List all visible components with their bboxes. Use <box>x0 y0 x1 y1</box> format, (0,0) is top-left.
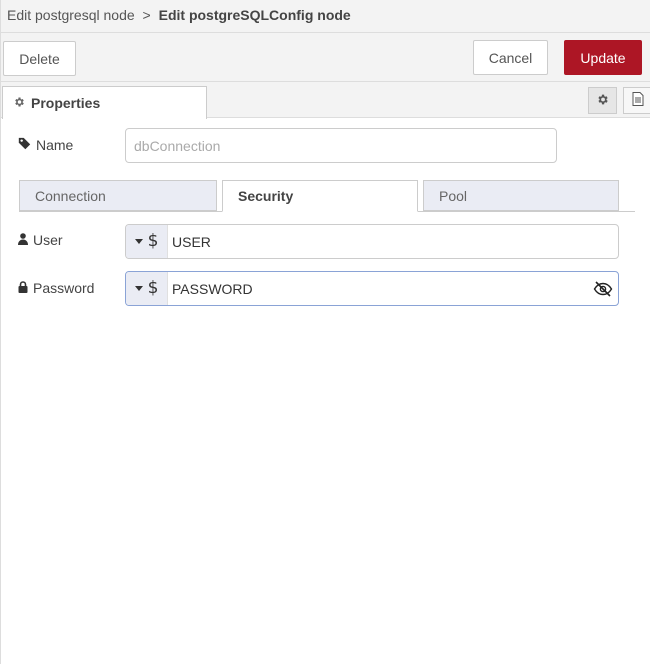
tray-toolbar: Delete Cancel Update <box>1 33 650 82</box>
document-icon <box>632 92 644 109</box>
dollar-icon: $ <box>147 231 159 251</box>
user-input[interactable]: USER <box>168 225 618 258</box>
password-type-select[interactable]: $ <box>126 272 168 305</box>
password-input[interactable]: PASSWORD <box>168 272 588 305</box>
gear-icon <box>13 96 25 111</box>
tab-pool[interactable]: Pool <box>423 180 619 211</box>
name-input[interactable] <box>125 128 557 163</box>
user-type-select[interactable]: $ <box>126 225 168 258</box>
form-row-password: Password $ PASSWORD <box>1 271 650 307</box>
password-label-text: Password <box>33 280 95 296</box>
user-typed-input: $ USER <box>125 224 619 259</box>
eye-off-icon[interactable] <box>588 272 618 305</box>
edit-tray: Edit postgresql node > Edit postgreSQLCo… <box>0 0 650 664</box>
caret-down-icon <box>134 239 143 244</box>
password-label: Password <box>18 280 94 296</box>
password-typed-input: $ PASSWORD <box>125 271 619 306</box>
user-label-text: User <box>33 232 63 248</box>
tag-icon <box>18 137 31 153</box>
cancel-button[interactable]: Cancel <box>473 40 548 75</box>
node-settings-button[interactable] <box>588 87 617 114</box>
lock-icon <box>18 280 28 296</box>
dollar-icon: $ <box>147 278 159 298</box>
tray-tabbar: Properties <box>1 82 650 119</box>
update-button[interactable]: Update <box>564 40 642 75</box>
tab-security[interactable]: Security <box>222 180 418 212</box>
tab-properties-label: Properties <box>31 95 101 111</box>
breadcrumb-current: Edit postgreSQLConfig node <box>158 7 351 23</box>
caret-down-icon <box>134 286 143 291</box>
name-label: Name <box>18 137 73 153</box>
tab-connection[interactable]: Connection <box>19 180 217 211</box>
user-label: User <box>18 232 63 248</box>
config-tabs: Connection Security Pool <box>1 178 650 212</box>
delete-button[interactable]: Delete <box>3 41 76 76</box>
node-description-button[interactable] <box>623 87 650 114</box>
breadcrumb: Edit postgresql node > Edit postgreSQLCo… <box>1 0 650 33</box>
form-row-user: User $ USER <box>1 224 650 260</box>
gear-icon <box>596 93 609 109</box>
name-label-text: Name <box>36 137 74 153</box>
breadcrumb-separator: > <box>142 7 151 23</box>
user-icon <box>18 232 28 248</box>
tab-properties[interactable]: Properties <box>2 86 207 119</box>
breadcrumb-parent[interactable]: Edit postgresql node <box>7 7 135 23</box>
form-row-name: Name <box>1 128 650 164</box>
